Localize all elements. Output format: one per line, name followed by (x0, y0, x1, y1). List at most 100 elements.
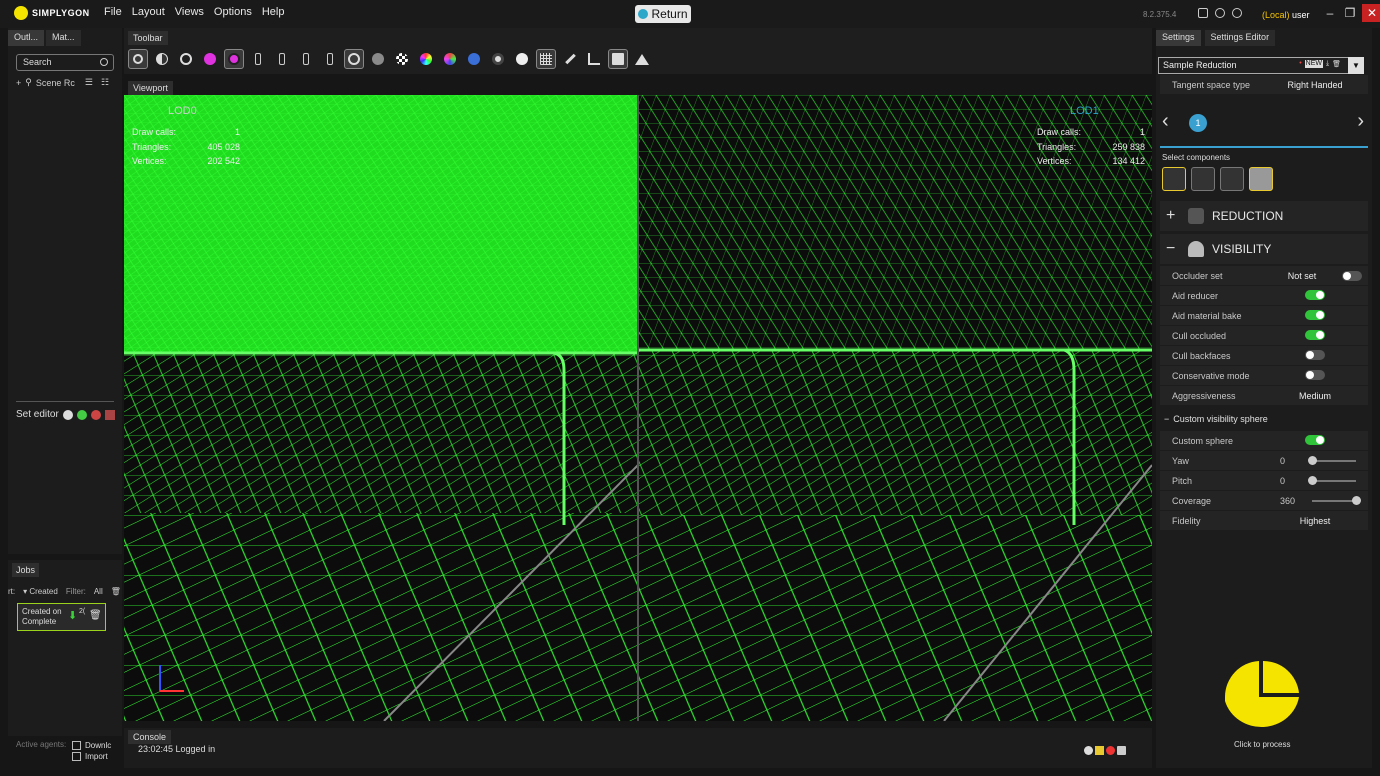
tab-settings[interactable]: Settings (1156, 30, 1201, 46)
menu-views[interactable]: Views (175, 6, 204, 18)
download-icon[interactable]: ⬇ (68, 611, 78, 623)
scene-row[interactable]: + ⚲ Scene Rc ☰ ☷ (16, 77, 109, 88)
visibility-component-icon[interactable] (1249, 167, 1273, 191)
grid-component-icon[interactable] (1191, 167, 1215, 191)
set-stack-icon[interactable] (62, 409, 73, 420)
cull-backfaces-toggle[interactable] (1305, 349, 1325, 360)
chevron-left-icon[interactable]: ‹ (1162, 110, 1169, 133)
menu-options[interactable]: Options (214, 6, 252, 18)
checker-sphere-icon[interactable] (392, 49, 412, 69)
grid-icon[interactable] (536, 49, 556, 69)
delete-job-icon[interactable]: 🗑 (89, 611, 102, 622)
cull-occluded-toggle[interactable] (1305, 329, 1325, 340)
lod-icon-1[interactable] (248, 49, 268, 69)
chevron-right-icon[interactable]: › (1357, 110, 1364, 133)
minimize-icon[interactable]: – (1322, 5, 1338, 21)
agent-download[interactable]: Downlc (72, 740, 111, 751)
trash-icon[interactable]: 🗑 (111, 587, 121, 596)
pitch-slider[interactable] (1308, 475, 1356, 485)
lod-icon-3[interactable] (296, 49, 316, 69)
conservative-mode-toggle[interactable] (1305, 369, 1325, 380)
preset-select[interactable]: Sample Reduction • NEW ⤓ 🗑 ▼ (1158, 57, 1364, 74)
menu-help[interactable]: Help (262, 6, 285, 18)
color-wheel-icon[interactable] (416, 49, 436, 69)
lod-icon-4[interactable] (320, 49, 340, 69)
globe-icon[interactable] (344, 49, 364, 69)
normal-icon[interactable] (464, 49, 484, 69)
custom-sphere-header[interactable]: − Custom visibility sphere (1160, 410, 1368, 428)
coverage-slider[interactable] (1312, 495, 1361, 505)
stats-icon[interactable] (608, 49, 628, 69)
pipeline-index-badge[interactable]: 1 (1189, 114, 1207, 132)
tab-settings-editor[interactable]: Settings Editor (1204, 30, 1276, 46)
custom-sphere-toggle[interactable] (1305, 434, 1325, 445)
brush-icon[interactable] (560, 49, 580, 69)
search-input[interactable]: Search (16, 54, 114, 71)
sync-icon[interactable] (1232, 8, 1242, 18)
delete-icon[interactable]: 🗑 (1332, 60, 1341, 68)
tab-materials[interactable]: Mat... (46, 30, 81, 46)
menu-file[interactable]: File (104, 6, 122, 18)
checkbox[interactable] (72, 752, 81, 761)
axis-icon[interactable] (584, 49, 604, 69)
lod-icon-2[interactable] (272, 49, 292, 69)
pitch-value[interactable]: 0 (1262, 476, 1312, 486)
yaw-value[interactable]: 0 (1262, 456, 1312, 466)
occluder-toggle[interactable] (1342, 270, 1362, 281)
close-icon[interactable]: ✕ (1362, 4, 1380, 22)
error-filter-icon[interactable] (1106, 746, 1115, 755)
chevron-down-icon[interactable]: ▼ (1348, 57, 1364, 74)
menu-layout[interactable]: Layout (132, 6, 165, 18)
set-add-icon[interactable] (76, 409, 87, 420)
set-remove-icon[interactable] (90, 409, 101, 420)
job-card[interactable]: Created on Complete ⬇ 2( 🗑 (17, 603, 106, 631)
user-label[interactable]: (Local) user (1262, 10, 1310, 20)
save-icon[interactable]: ⤓ (1326, 60, 1329, 68)
material-icon[interactable] (200, 49, 220, 69)
list-icon[interactable]: ☰ (85, 77, 93, 88)
split-view-icon[interactable] (128, 49, 148, 69)
face-icon[interactable] (512, 49, 532, 69)
wireframe-icon[interactable] (176, 49, 196, 69)
viewport[interactable]: LOD0 Draw calls: 1 Triangles: 405 028 Vert… (124, 95, 1152, 721)
yaw-slider[interactable] (1308, 455, 1356, 465)
agent-import[interactable]: Import (72, 751, 111, 762)
reduction-section[interactable]: + REDUCTION (1160, 201, 1368, 231)
collapse-icon[interactable]: − (1164, 414, 1169, 424)
info-icon[interactable] (1215, 8, 1225, 18)
chat-icon[interactable] (1198, 8, 1208, 18)
visibility-section[interactable]: − VISIBILITY (1160, 234, 1368, 264)
slider-thumb[interactable] (1308, 475, 1317, 485)
slider-thumb[interactable] (1352, 495, 1361, 505)
mountain-icon[interactable] (632, 49, 652, 69)
aid-reducer-toggle[interactable] (1305, 289, 1325, 300)
return-button[interactable]: Return (635, 5, 691, 23)
tangent-select[interactable]: Right Handed (1262, 80, 1368, 90)
expand-icon[interactable]: + (1166, 207, 1180, 225)
aid-material-bake-toggle[interactable] (1305, 309, 1325, 320)
filter-value[interactable]: All (94, 587, 103, 596)
sort-dropdown[interactable]: ▾ Created (23, 587, 58, 596)
fidelity-select[interactable]: Highest (1262, 516, 1368, 526)
ao-icon[interactable] (488, 49, 508, 69)
tree-icon[interactable]: ☷ (101, 77, 109, 88)
uv-icon[interactable] (440, 49, 460, 69)
clear-console-icon[interactable] (1117, 746, 1126, 755)
slider-thumb[interactable] (1308, 455, 1317, 465)
process-button[interactable] (1221, 659, 1305, 733)
warning-filter-icon[interactable] (1095, 746, 1104, 755)
new-preset-button[interactable]: NEW (1304, 60, 1323, 68)
material-wire-icon[interactable] (224, 49, 244, 69)
tab-jobs[interactable]: Jobs (12, 563, 40, 577)
wireframe-canvas[interactable] (124, 95, 1152, 721)
restore-icon[interactable]: ❐ (1342, 5, 1358, 21)
reduction-component-icon[interactable] (1162, 167, 1186, 191)
bone-component-icon[interactable] (1220, 167, 1244, 191)
expand-icon[interactable]: + (16, 78, 21, 88)
sphere-icon[interactable] (368, 49, 388, 69)
aggressiveness-select[interactable]: Medium (1262, 391, 1368, 401)
collapse-icon[interactable]: − (1166, 240, 1180, 258)
set-clear-icon[interactable] (104, 409, 115, 420)
checkbox[interactable] (72, 741, 81, 750)
coverage-value[interactable]: 360 (1262, 496, 1312, 506)
